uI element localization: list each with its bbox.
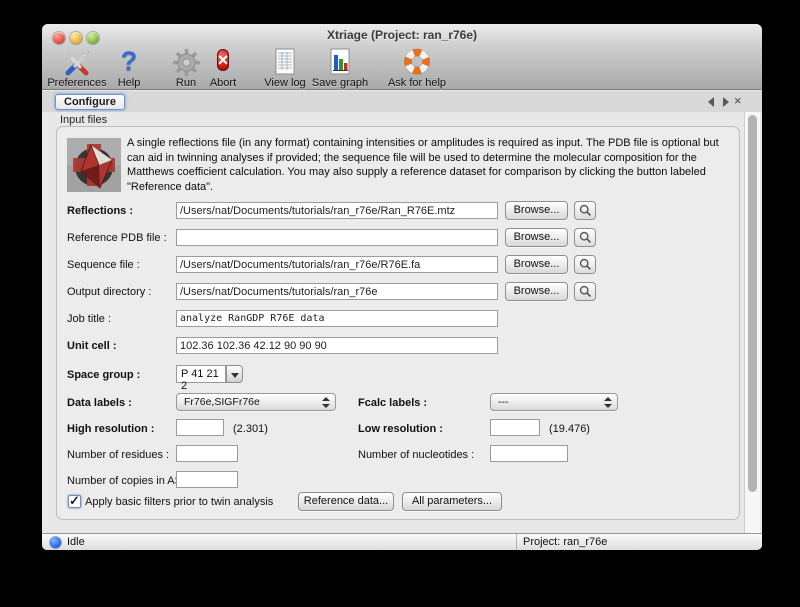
job-title-input[interactable] — [176, 310, 498, 327]
tab-close-icon[interactable]: × — [734, 93, 742, 109]
stepper-arrows-icon — [604, 397, 612, 408]
input-files-groupbox: A single reflections file (in any format… — [56, 126, 740, 520]
unit-cell-input[interactable] — [176, 337, 498, 354]
check-icon: ✓ — [69, 493, 80, 509]
toolbar-view-log-button[interactable]: View log — [262, 48, 308, 90]
configure-panel: Input files — [42, 112, 762, 533]
magnifier-icon — [579, 204, 592, 217]
reference-pdb-browse-button[interactable]: Browse... — [505, 228, 568, 247]
low-resolution-hint: (19.476) — [549, 423, 590, 435]
output-directory-label: Output directory : — [67, 286, 151, 298]
all-parameters-button[interactable]: All parameters... — [402, 492, 502, 511]
status-bar: Idle Project: ran_r76e — [42, 533, 762, 550]
chevron-down-icon — [231, 373, 239, 378]
high-resolution-label: High resolution : — [67, 423, 154, 435]
toolbar-save-graph-button[interactable]: Save graph — [310, 48, 370, 90]
toolbar-save-graph-label: Save graph — [310, 77, 370, 89]
output-directory-inspect-button[interactable] — [574, 282, 596, 301]
tab-scroll-right-icon[interactable] — [723, 97, 729, 107]
reflections-browse-button[interactable]: Browse... — [505, 201, 568, 220]
magnifier-icon — [579, 285, 592, 298]
fcalc-labels-label: Fcalc labels : — [358, 397, 427, 409]
space-group-combo[interactable]: P 41 21 2 — [176, 365, 244, 383]
toolbar: Preferences ? Help — [42, 46, 762, 90]
screenshot-stage: Xtriage (Project: ran_r76e) Preferences — [0, 0, 800, 607]
sequence-browse-button[interactable]: Browse... — [505, 255, 568, 274]
input-files-section-label: Input files — [60, 114, 107, 126]
crystal-program-icon — [67, 138, 121, 192]
status-indicator-icon — [50, 537, 61, 548]
reference-data-button[interactable]: Reference data... — [298, 492, 394, 511]
num-residues-input[interactable] — [176, 445, 238, 462]
high-resolution-hint: (2.301) — [233, 423, 268, 435]
output-directory-browse-button[interactable]: Browse... — [505, 282, 568, 301]
gear-icon — [170, 48, 202, 77]
section-description: A single reflections file (in any format… — [127, 136, 735, 194]
scrollbar-thumb[interactable] — [748, 115, 757, 492]
num-nucleotides-input[interactable] — [490, 445, 568, 462]
toolbar-abort-button[interactable]: × Abort — [204, 48, 242, 90]
xtriage-window: Xtriage (Project: ran_r76e) Preferences — [42, 24, 762, 550]
question-mark-icon: ? — [114, 48, 144, 77]
window-title: Xtriage (Project: ran_r76e) — [42, 28, 762, 42]
vertical-scrollbar[interactable] — [744, 112, 760, 533]
apply-filters-label: Apply basic filters prior to twin analys… — [85, 496, 273, 508]
tab-configure[interactable]: Configure — [55, 94, 125, 110]
toolbar-preferences-label: Preferences — [47, 77, 107, 89]
reference-pdb-input[interactable] — [176, 229, 498, 246]
fcalc-labels-value: --- — [498, 396, 509, 408]
magnifier-icon — [579, 231, 592, 244]
sequence-inspect-button[interactable] — [574, 255, 596, 274]
low-resolution-input[interactable] — [490, 419, 540, 436]
num-copies-asu-input[interactable] — [176, 471, 238, 488]
project-label: Project: ran_r76e — [523, 536, 607, 548]
reference-pdb-label: Reference PDB file : — [67, 232, 167, 244]
toolbar-preferences-button[interactable]: Preferences — [47, 48, 107, 90]
reflections-inspect-button[interactable] — [574, 201, 596, 220]
toolbar-run-button[interactable]: Run — [170, 48, 202, 90]
toolbar-run-label: Run — [170, 77, 202, 89]
tab-scroll-left-icon[interactable] — [708, 97, 714, 107]
log-document-icon — [262, 48, 308, 77]
bar-chart-icon — [310, 48, 370, 77]
fcalc-labels-popup[interactable]: --- — [490, 393, 618, 411]
job-title-label: Job title : — [67, 313, 111, 325]
magnifier-icon — [579, 258, 592, 271]
data-labels-popup[interactable]: Fr76e,SIGFr76e — [176, 393, 336, 411]
data-labels-label: Data labels : — [67, 397, 132, 409]
space-group-value: P 41 21 2 — [176, 365, 226, 383]
stepper-arrows-icon — [322, 397, 330, 408]
toolbar-abort-label: Abort — [204, 77, 242, 89]
toolbar-ask-for-help-button[interactable]: Ask for help — [384, 48, 450, 90]
life-ring-icon — [384, 48, 450, 77]
tab-bar: Configure × — [42, 91, 762, 112]
title-bar[interactable]: Xtriage (Project: ran_r76e) — [42, 24, 762, 46]
toolbar-help-label: Help — [114, 77, 144, 89]
stop-x-icon: × — [217, 49, 230, 71]
tools-icon — [47, 48, 107, 77]
low-resolution-label: Low resolution : — [358, 423, 443, 435]
unit-cell-label: Unit cell : — [67, 340, 117, 352]
toolbar-ask-for-help-label: Ask for help — [384, 77, 450, 89]
num-nucleotides-label: Number of nucleotides : — [358, 449, 474, 461]
sequence-file-label: Sequence file : — [67, 259, 140, 271]
status-separator — [516, 534, 517, 550]
reflections-label: Reflections : — [67, 205, 133, 217]
reflections-input[interactable] — [176, 202, 498, 219]
space-group-label: Space group : — [67, 369, 140, 381]
num-residues-label: Number of residues : — [67, 449, 169, 461]
reference-pdb-inspect-button[interactable] — [574, 228, 596, 247]
toolbar-help-button[interactable]: ? Help — [114, 48, 144, 90]
apply-filters-checkbox[interactable]: ✓ — [68, 495, 81, 508]
sequence-file-input[interactable] — [176, 256, 498, 273]
toolbar-view-log-label: View log — [262, 77, 308, 89]
output-directory-input[interactable] — [176, 283, 498, 300]
space-group-dropdown-button[interactable] — [226, 365, 243, 383]
data-labels-value: Fr76e,SIGFr76e — [184, 396, 260, 408]
status-text: Idle — [67, 536, 85, 548]
high-resolution-input[interactable] — [176, 419, 224, 436]
